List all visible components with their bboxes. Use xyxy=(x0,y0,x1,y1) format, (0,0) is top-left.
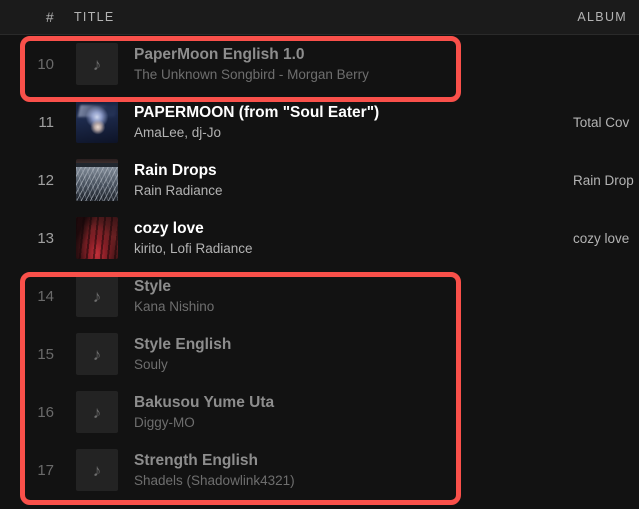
track-index: 11 xyxy=(38,113,54,131)
music-note-icon: ♪ xyxy=(76,333,118,375)
track-title[interactable]: Style English xyxy=(134,335,573,354)
music-note-icon-glyph: ♪ xyxy=(92,54,102,74)
tracklist-column-header: # TITLE ALBUM xyxy=(0,0,639,35)
track-artist[interactable]: kirito, Lofi Radiance xyxy=(134,240,573,258)
track-index: 14 xyxy=(37,287,54,305)
track-row[interactable]: 17 ♪ Strength English Shadels (Shadowlink43… xyxy=(0,441,639,499)
album-artwork xyxy=(76,159,118,201)
track-index: 16 xyxy=(37,403,54,421)
track-title[interactable]: PAPERMOON (from "Soul Eater") xyxy=(134,103,573,122)
track-meta: PaperMoon English 1.0 The Unknown Songbir… xyxy=(118,45,573,84)
track-meta: Style English Souly xyxy=(118,335,573,374)
track-title[interactable]: PaperMoon English 1.0 xyxy=(134,45,573,64)
track-artist[interactable]: Kana Nishino xyxy=(134,298,573,316)
track-row[interactable]: 10 ♪ PaperMoon English 1.0 The Unknown Song… xyxy=(0,35,639,93)
track-artist[interactable]: AmaLee, dj-Jo xyxy=(134,124,573,142)
track-artist[interactable]: The Unknown Songbird - Morgan Berry xyxy=(134,66,573,84)
track-meta: cozy love kirito, Lofi Radiance xyxy=(118,219,573,258)
track-album[interactable]: cozy love xyxy=(573,231,639,246)
track-row[interactable]: 11 PAPERMOON (from "Soul Eater") AmaLee, d… xyxy=(0,93,639,151)
music-note-icon: ♪ xyxy=(76,275,118,317)
track-row[interactable]: 12 Rain Drops Rain Radiance Rain Drop xyxy=(0,151,639,209)
track-title[interactable]: Rain Drops xyxy=(134,161,573,180)
track-album[interactable]: Total Cov xyxy=(573,115,639,130)
column-header-album[interactable]: ALBUM xyxy=(577,10,639,24)
album-artwork xyxy=(76,101,118,143)
track-list: 10 ♪ PaperMoon English 1.0 The Unknown Song… xyxy=(0,35,639,499)
track-row[interactable]: 15 ♪ Style English Souly xyxy=(0,325,639,383)
track-index: 12 xyxy=(37,171,54,189)
track-title[interactable]: Bakusou Yume Uta xyxy=(134,393,573,412)
track-row[interactable]: 16 ♪ Bakusou Yume Uta Diggy-MO xyxy=(0,383,639,441)
track-artist[interactable]: Diggy-MO xyxy=(134,414,573,432)
track-artist[interactable]: Shadels (Shadowlink4321) xyxy=(134,472,573,490)
track-meta: PAPERMOON (from "Soul Eater") AmaLee, dj-… xyxy=(118,103,573,142)
column-header-title[interactable]: TITLE xyxy=(62,10,577,24)
music-note-icon-glyph: ♪ xyxy=(92,344,102,364)
track-meta: Rain Drops Rain Radiance xyxy=(118,161,573,200)
album-artwork xyxy=(76,217,118,259)
track-index: 13 xyxy=(37,229,54,247)
track-title[interactable]: Style xyxy=(134,277,573,296)
music-note-icon: ♪ xyxy=(76,43,118,85)
track-row[interactable]: 13 cozy love kirito, Lofi Radiance cozy lov… xyxy=(0,209,639,267)
column-header-index[interactable]: # xyxy=(0,9,62,25)
track-meta: Strength English Shadels (Shadowlink4321) xyxy=(118,451,573,490)
music-note-icon: ♪ xyxy=(76,449,118,491)
track-index: 10 xyxy=(37,55,54,73)
track-title[interactable]: Strength English xyxy=(134,451,573,470)
track-meta: Style Kana Nishino xyxy=(118,277,573,316)
music-note-icon-glyph: ♪ xyxy=(92,286,102,306)
music-note-icon-glyph: ♪ xyxy=(92,402,102,422)
track-artist[interactable]: Rain Radiance xyxy=(134,182,573,200)
track-artist[interactable]: Souly xyxy=(134,356,573,374)
music-note-icon: ♪ xyxy=(76,391,118,433)
track-index: 17 xyxy=(37,461,54,479)
track-meta: Bakusou Yume Uta Diggy-MO xyxy=(118,393,573,432)
track-title[interactable]: cozy love xyxy=(134,219,573,238)
track-row[interactable]: 14 ♪ Style Kana Nishino xyxy=(0,267,639,325)
track-index: 15 xyxy=(37,345,54,363)
track-album[interactable]: Rain Drop xyxy=(573,173,639,188)
music-note-icon-glyph: ♪ xyxy=(92,460,102,480)
